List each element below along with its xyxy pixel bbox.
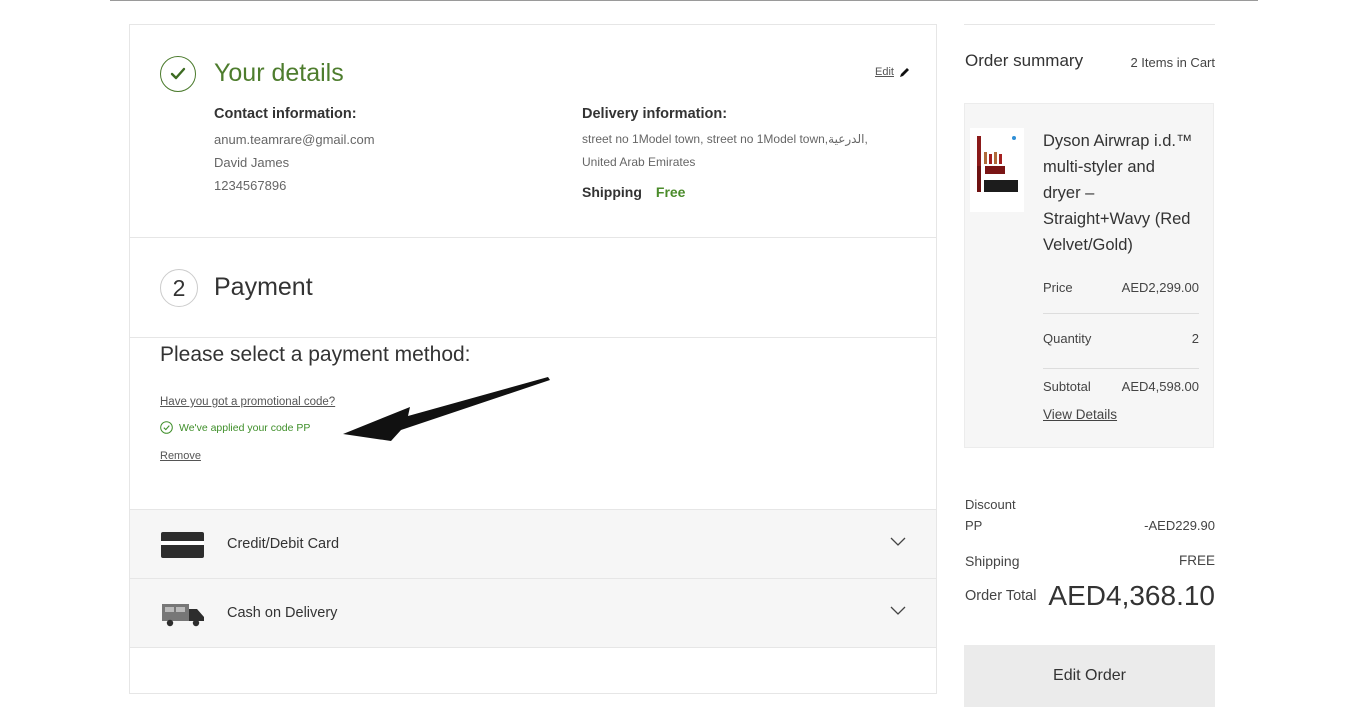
- payment-method-cod[interactable]: Cash on Delivery: [130, 578, 936, 648]
- shipping-label: Shipping: [582, 184, 642, 200]
- summary-shipping-value: FREE: [1178, 553, 1215, 568]
- step-number: 2: [160, 269, 198, 307]
- discount-value: -AED229.90: [1144, 518, 1215, 533]
- order-total-value: AED4,368.10: [1048, 580, 1215, 611]
- price-value: AED2,299.00: [1121, 280, 1199, 295]
- remove-promo-link[interactable]: Remove: [160, 450, 201, 462]
- contact-heading: Contact information:: [214, 106, 357, 122]
- items-in-cart: 2 Items in Cart: [1130, 55, 1215, 70]
- edit-label: Edit: [875, 66, 894, 78]
- delivery-heading: Delivery information:: [582, 106, 728, 122]
- your-details-title: Your details: [214, 59, 344, 87]
- top-divider: [110, 0, 1258, 1]
- quantity-value: 2: [1191, 331, 1199, 346]
- promo-code-link[interactable]: Have you got a promotional code?: [160, 396, 335, 408]
- applied-text: We've applied your code PP: [179, 421, 311, 434]
- view-details-link[interactable]: View Details: [1043, 407, 1117, 422]
- edit-order-button[interactable]: Edit Order: [964, 645, 1215, 707]
- edit-details-link[interactable]: Edit: [875, 66, 910, 78]
- summary-divider: [964, 24, 1215, 25]
- shipping-row: Shipping Free: [582, 184, 685, 200]
- contact-name: David James: [214, 155, 290, 170]
- subtotal-label: Subtotal: [1043, 379, 1091, 394]
- delivery-address-line1: street no 1Model town, street no 1Model …: [582, 132, 868, 146]
- summary-shipping-label: Shipping: [965, 553, 1020, 569]
- shipping-value: Free: [655, 184, 686, 200]
- delivery-address-line2: United Arab Emirates: [582, 155, 696, 169]
- contact-email: anum.teamrare@gmail.com: [214, 132, 375, 147]
- quantity-row: Quantity 2: [1043, 331, 1199, 346]
- credit-card-icon: [161, 532, 204, 558]
- cod-method-label: Cash on Delivery: [227, 605, 338, 621]
- payment-step-header: 2 Payment: [130, 237, 936, 338]
- payment-method-card[interactable]: Credit/Debit Card: [130, 509, 936, 579]
- checkout-panel: Your details Edit Contact information: a…: [129, 24, 937, 694]
- promo-applied-message: We've applied your code PP: [160, 421, 310, 434]
- payment-title: Payment: [214, 273, 313, 301]
- select-payment-title: Please select a payment method:: [160, 343, 471, 366]
- order-total-label: Order Total: [965, 588, 1037, 604]
- product-image: [970, 128, 1024, 212]
- price-row: Price AED2,299.00: [1043, 280, 1199, 295]
- check-circle-icon: [160, 421, 173, 434]
- divider: [1043, 313, 1199, 314]
- order-summary-title: Order summary: [965, 51, 1084, 70]
- subtotal-row: Subtotal AED4,598.00: [1043, 379, 1199, 394]
- cart-item: Dyson Airwrap i.d.™ multi-styler and dry…: [964, 103, 1214, 448]
- your-details-section: Your details Edit Contact information: a…: [130, 25, 936, 238]
- annotation-arrow-icon: [343, 377, 550, 441]
- price-label: Price: [1043, 280, 1073, 295]
- contact-phone: 1234567896: [214, 178, 287, 193]
- discount-code: PP: [965, 518, 983, 533]
- card-method-label: Credit/Debit Card: [227, 536, 340, 552]
- delivery-truck-icon: [162, 604, 204, 627]
- quantity-label: Quantity: [1043, 331, 1092, 346]
- discount-label: Discount: [965, 497, 1016, 512]
- pencil-icon: [900, 67, 909, 77]
- product-name[interactable]: Dyson Airwrap i.d.™ multi-styler and dry…: [1043, 128, 1193, 258]
- subtotal-value: AED4,598.00: [1121, 379, 1199, 394]
- chevron-down-icon: [890, 606, 906, 615]
- completed-check-icon: [160, 56, 196, 92]
- divider: [1043, 368, 1199, 369]
- chevron-down-icon: [890, 537, 906, 546]
